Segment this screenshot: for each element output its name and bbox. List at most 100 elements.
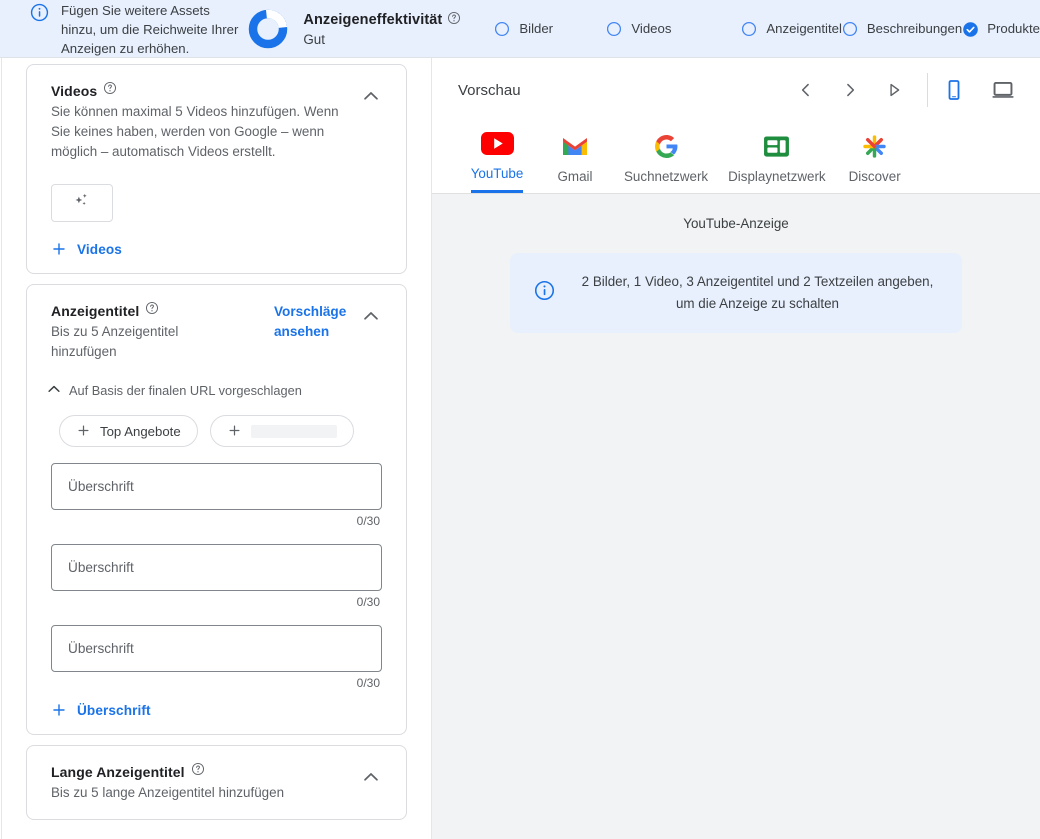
youtube-icon [480, 130, 514, 156]
tab-discover[interactable]: Discover [836, 125, 914, 193]
preview-nav [793, 77, 907, 103]
headline-input-3[interactable]: Überschrift [51, 625, 382, 672]
check-produkte[interactable]: Produkte [962, 17, 1040, 40]
headline-counter-1: 0/30 [356, 514, 380, 528]
preview-ad-kind: YouTube-Anzeige [683, 216, 789, 231]
tab-gmail[interactable]: Gmail [536, 125, 614, 193]
card-description: Bis zu 5 Anzeigentitel hinzufügen [51, 324, 179, 359]
add-headline-button[interactable]: Überschrift [51, 702, 382, 718]
plus-icon [227, 423, 243, 439]
discover-icon [861, 133, 888, 159]
check-anzeigentitel[interactable]: Anzeigentitel [741, 17, 842, 40]
chevron-up-icon[interactable] [360, 762, 382, 793]
tab-label: YouTube [470, 166, 524, 193]
card-description: Sie können maximal 5 Videos hinzufügen. … [51, 104, 339, 159]
tab-label: Displaynetzwerk [728, 169, 826, 184]
effectiveness-title: Anzeigeneffektivität [303, 12, 443, 28]
top-banner: Fügen Sie weitere Assets hinzu, um die R… [0, 0, 1040, 58]
headline-field-group: Überschrift 0/30 [51, 544, 382, 609]
checkbox-unchecked-icon [494, 21, 510, 37]
preview-column: Vorschau YouTube Gmail Suchnetzwerk Disp… [431, 58, 1040, 839]
videos-card: Videos Sie können maximal 5 Videos hinzu… [26, 64, 407, 274]
info-icon [534, 280, 555, 306]
play-icon[interactable] [881, 77, 907, 103]
mobile-icon[interactable] [942, 78, 966, 102]
headline-placeholder: Überschrift [68, 641, 134, 656]
device-toggles [942, 77, 1016, 103]
check-label: Videos [631, 21, 672, 36]
headline-field-group: Überschrift 0/30 [51, 463, 382, 528]
card-title: Anzeigentitel [51, 302, 140, 319]
tab-suchnetzwerk[interactable]: Suchnetzwerk [614, 125, 718, 193]
asset-checklist: Bilder Videos Anzeigentitel Beschreibung… [494, 17, 1040, 40]
suggested-from-url-label: Auf Basis der finalen URL vorgeschlagen [69, 383, 302, 398]
headline-placeholder: Überschrift [68, 560, 134, 575]
chevron-up-icon[interactable] [360, 301, 382, 332]
preview-header: Vorschau [432, 58, 1040, 122]
ad-effectiveness: Anzeigeneffektivität Gut [243, 7, 461, 51]
suggestion-chip-loading[interactable] [209, 415, 354, 447]
card-title: Lange Anzeigentitel [51, 763, 185, 780]
sparkle-icon [71, 190, 93, 217]
banner-text: Fügen Sie weitere Assets hinzu, um die R… [61, 3, 239, 56]
check-label: Beschreibungen [866, 21, 963, 36]
gmail-icon [561, 133, 589, 159]
plus-icon [76, 423, 92, 439]
tab-label: Gmail [557, 169, 593, 184]
editor-body: Videos Sie können maximal 5 Videos hinzu… [0, 58, 1040, 839]
check-label: Bilder [519, 21, 554, 36]
desktop-icon[interactable] [990, 77, 1016, 103]
preview-title: Vorschau [458, 81, 521, 99]
tab-youtube[interactable]: YouTube [458, 122, 536, 193]
headline-placeholder: Überschrift [68, 479, 134, 494]
plus-icon [51, 241, 67, 257]
checkbox-unchecked-icon [741, 21, 757, 37]
help-icon[interactable] [103, 81, 117, 100]
tab-displaynetzwerk[interactable]: Displaynetzwerk [718, 125, 836, 193]
checkbox-checked-icon [962, 21, 979, 37]
progress-ring-icon [246, 7, 290, 51]
banner-message: Fügen Sie weitere Assets hinzu, um die R… [0, 0, 243, 58]
help-icon[interactable] [191, 762, 205, 781]
chevron-up-icon[interactable] [360, 81, 382, 112]
assets-column: Videos Sie können maximal 5 Videos hinzu… [2, 58, 431, 839]
suggestion-chips: Top Angebote [51, 415, 382, 447]
checkbox-unchecked-icon [842, 21, 858, 37]
help-icon[interactable] [447, 11, 461, 30]
google-icon [654, 133, 679, 159]
loading-placeholder [250, 424, 337, 438]
generate-video-button[interactable] [51, 184, 113, 222]
effectiveness-rating: Gut [303, 31, 325, 47]
preview-canvas: YouTube-Anzeige 2 Bilder, 1 Video, 3 Anz… [432, 194, 1040, 839]
preview-notice-text: 2 Bilder, 1 Video, 3 Anzeigentitel und 2… [581, 274, 934, 311]
suggestion-chip[interactable]: Top Angebote [59, 415, 198, 447]
toolbar-divider [927, 73, 928, 107]
headlines-card: Anzeigentitel Bis zu 5 Anzeigentitel hin… [26, 284, 407, 735]
chevron-right-icon[interactable] [837, 77, 863, 103]
headline-input-2[interactable]: Überschrift [51, 544, 382, 591]
card-title: Videos [51, 82, 98, 99]
check-videos[interactable]: Videos [606, 17, 741, 40]
headline-counter-2: 0/30 [356, 595, 380, 609]
tab-label: Suchnetzwerk [624, 169, 709, 184]
headline-input-1[interactable]: Überschrift [51, 463, 382, 510]
view-suggestions-link[interactable]: Vorschläge ansehen [274, 302, 352, 342]
info-icon [30, 3, 49, 27]
add-videos-label: Videos [77, 241, 122, 257]
check-bilder[interactable]: Bilder [494, 17, 606, 40]
add-videos-button[interactable]: Videos [51, 241, 382, 257]
chevron-up-icon [45, 380, 63, 401]
add-headline-label: Überschrift [77, 702, 151, 718]
check-label: Produkte [987, 21, 1040, 36]
ad-editor-page: Fügen Sie weitere Assets hinzu, um die R… [0, 0, 1040, 839]
tab-label: Discover [848, 169, 901, 184]
card-description: Bis zu 5 lange Anzeigentitel hinzufügen [51, 785, 285, 800]
help-icon[interactable] [145, 301, 159, 320]
plus-icon [51, 702, 67, 718]
check-beschreibungen[interactable]: Beschreibungen [842, 17, 962, 40]
suggested-from-url-toggle[interactable]: Auf Basis der finalen URL vorgeschlagen [45, 380, 382, 401]
chevron-left-icon[interactable] [793, 77, 819, 103]
check-label: Anzeigentitel [766, 21, 842, 36]
headline-field-group: Überschrift 0/30 [51, 625, 382, 690]
checkbox-unchecked-icon [606, 21, 622, 37]
